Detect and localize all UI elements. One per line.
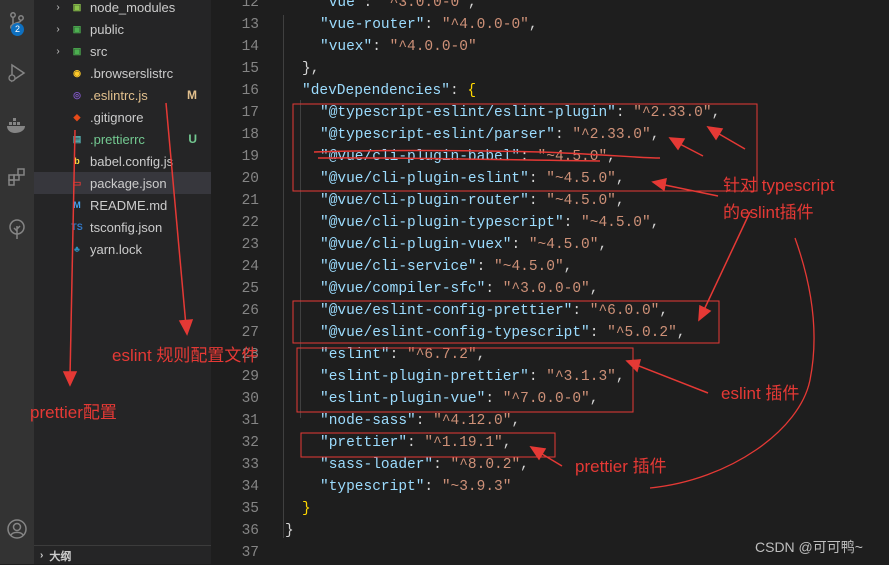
annotation-prettier-plugin: prettier 插件	[575, 457, 667, 476]
annotation-box-prettier	[300, 432, 556, 458]
annotation-overlay	[62, 102, 815, 489]
annotation-eslint-rules-file: eslint 规则配置文件	[112, 346, 259, 365]
annotation-ts-eslint-line2: 的eslint插件	[723, 203, 814, 222]
annotation-eslint-plugin: eslint 插件	[721, 384, 800, 403]
annotation-strikethrough	[313, 149, 661, 162]
annotation-box-vue-eslint-config	[292, 300, 720, 344]
watermark: CSDN @可可鸭~	[755, 539, 863, 555]
annotation-prettier-config: prettier配置	[30, 403, 117, 422]
annotation-curve	[649, 237, 815, 489]
annotation-ts-eslint-line1: 针对 typescript	[723, 176, 835, 195]
annotation-box-eslint-plugins	[296, 347, 634, 413]
